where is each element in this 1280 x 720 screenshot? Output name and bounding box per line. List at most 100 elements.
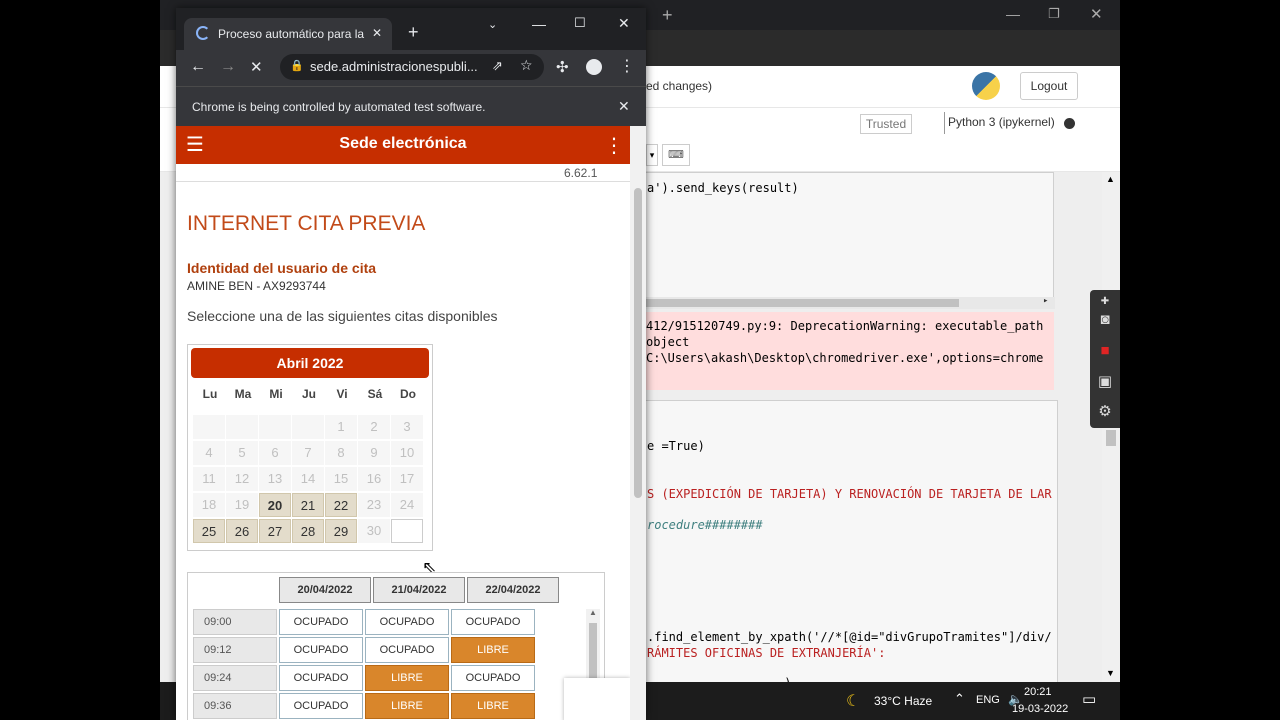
calendar-day[interactable]: 29 (325, 519, 357, 543)
code-cell[interactable]: e =True) S (EXPEDICIÓN DE TARJETA) Y REN… (640, 400, 1058, 690)
tab-close-icon[interactable]: ✕ (372, 26, 382, 40)
kernel-name: Python 3 (ipykernel) (948, 115, 1055, 129)
browser-tab[interactable]: Proceso automático para la s… ✕ (184, 18, 392, 50)
calendar-weekday-row: Lu Ma Mi Ju Vi Sá Do (188, 387, 434, 407)
appointment-slot-table: 20/04/2022 21/04/2022 22/04/2022 09:00 OCUP… (187, 572, 605, 720)
maximize-icon[interactable]: ☐ (574, 15, 586, 31)
close-icon[interactable]: ✕ (1090, 5, 1103, 23)
kebab-menu-icon[interactable]: ⋮ (604, 133, 624, 158)
chevron-down-icon[interactable]: ⌄ (488, 18, 497, 31)
clock-date[interactable]: 19-03-2022 (1012, 703, 1068, 715)
new-tab-button[interactable]: + (408, 22, 419, 43)
code-cell[interactable]: a').send_keys(result) ▸ (640, 172, 1055, 309)
slot-time-label: 09:24 (193, 665, 277, 691)
calendar-day[interactable]: 20 (259, 493, 291, 517)
infobar-close-icon[interactable]: ✕ (618, 98, 630, 115)
minimize-icon[interactable]: — (1006, 6, 1020, 22)
slot-rows: 09:00 OCUPADO OCUPADO OCUPADO 09:12 OCUPADO OC… (188, 609, 606, 720)
calendar-day[interactable]: 26 (226, 519, 258, 543)
star-icon[interactable]: ☆ (520, 57, 533, 74)
keyboard-icon[interactable]: ⌨ (662, 144, 690, 166)
code-line: RÁMITES OFICINAS DE EXTRANJERÍA': (647, 646, 886, 660)
settings-icon[interactable]: ⚙ (1095, 402, 1115, 422)
minimize-icon[interactable]: — (532, 16, 546, 32)
slot-available[interactable]: LIBRE (365, 665, 449, 691)
calendar-day[interactable]: 27 (259, 519, 291, 543)
back-icon[interactable]: ← (190, 58, 206, 76)
page-title: INTERNET CITA PREVIA (187, 212, 426, 235)
puzzle-icon[interactable]: ✣ (556, 58, 569, 76)
calendar-day: 11 (193, 467, 225, 491)
automation-infobar: Chrome is being controlled by automated … (176, 86, 646, 126)
slot-available[interactable]: LIBRE (365, 693, 449, 719)
calendar-day: 8 (325, 441, 357, 465)
calendar-day: 4 (193, 441, 225, 465)
calendar-day: 7 (292, 441, 324, 465)
calendar-day: 5 (226, 441, 258, 465)
forward-icon[interactable]: → (220, 58, 236, 76)
plus-icon[interactable]: ✚ (1095, 292, 1115, 312)
profile-icon[interactable] (586, 59, 602, 75)
calendar-grid: 1 2 3 4 5 6 7 8 9 10 11 12 13 14 15 16 17 18 19 20 21 22 23 24 2… (188, 415, 434, 545)
calendar-day: 30 (358, 519, 390, 543)
page-scrollbar-thumb[interactable] (634, 188, 642, 498)
clock-time[interactable]: 20:21 (1024, 686, 1052, 698)
trusted-badge[interactable]: Trusted (860, 114, 912, 134)
kernel-status-icon (1064, 118, 1075, 129)
calendar-weekday-label: Mi (269, 387, 283, 401)
horizontal-scrollbar[interactable]: ▸ (641, 296, 1055, 309)
code-line: S (EXPEDICIÓN DE TARJETA) Y RENOVACIÓN D… (647, 487, 1052, 501)
video-icon[interactable]: ■ (1095, 341, 1115, 361)
lock-icon[interactable]: 🔒 (290, 59, 304, 72)
calendar-weekday-label: Ma (234, 387, 252, 401)
chevron-up-icon[interactable]: ⌃ (954, 691, 965, 707)
close-icon[interactable]: ✕ (618, 15, 630, 32)
calendar-day: 14 (292, 467, 324, 491)
calendar-weekday-label: Ju (301, 387, 316, 401)
scrollbar-thumb[interactable] (1106, 430, 1116, 446)
share-icon[interactable]: ⇗ (492, 58, 503, 74)
calendar-weekday-label: Vi (336, 387, 348, 401)
weather-icon[interactable]: ☾ (846, 691, 860, 711)
calendar-day: 16 (358, 467, 390, 491)
stop-icon[interactable]: ✕ (250, 58, 263, 76)
scroll-down-icon[interactable]: ▼ (1106, 668, 1115, 678)
scroll-right-icon[interactable]: ▸ (1043, 296, 1048, 306)
gallery-icon[interactable]: ▣ (1095, 372, 1115, 392)
app-version: 6.62.1 (564, 166, 598, 180)
instruction-text: Seleccione una de las siguientes citas d… (187, 308, 498, 324)
cell-type-dropdown[interactable]: ▾ (646, 144, 658, 166)
calendar-weekday-label: Do (400, 387, 416, 401)
kebab-menu-icon[interactable]: ⋮ (619, 56, 635, 76)
address-bar[interactable]: 🔒 sede.administracionespubli... ⇗ ☆ (280, 54, 544, 80)
scrollbar-thumb[interactable] (641, 299, 959, 307)
calendar-day: 17 (391, 467, 423, 491)
slot-time-label: 09:36 (193, 693, 277, 719)
scroll-up-icon[interactable]: ▲ (589, 608, 597, 617)
calendar-day[interactable]: 28 (292, 519, 324, 543)
slot-available[interactable]: LIBRE (451, 693, 535, 719)
infobar-text: Chrome is being controlled by automated … (192, 100, 486, 114)
calendar-day[interactable]: 25 (193, 519, 225, 543)
camera-icon[interactable]: ◙ (1095, 310, 1115, 330)
calendar-day (391, 519, 423, 543)
divider (176, 181, 630, 182)
calendar-month-header: Abril 2022 (191, 348, 429, 378)
tab-title: Proceso automático para la s… (218, 27, 366, 41)
notification-icon[interactable]: ▭ (1082, 690, 1096, 708)
restore-icon[interactable]: ❐ (1048, 6, 1060, 22)
recaptcha-badge[interactable] (564, 678, 630, 720)
calendar-day[interactable]: 21 (292, 493, 324, 517)
slot-occupied: OCUPADO (279, 693, 363, 719)
slot-available[interactable]: LIBRE (451, 637, 535, 663)
weather-text[interactable]: 33°C Haze (874, 694, 932, 708)
calendar-day[interactable]: 22 (325, 493, 357, 517)
new-tab-icon[interactable]: + (662, 5, 673, 26)
url-text[interactable]: sede.administracionespubli... (310, 59, 478, 74)
scroll-up-icon[interactable]: ▲ (1106, 174, 1115, 184)
logout-button[interactable]: Logout (1020, 72, 1078, 100)
site-title: Sede electrónica (339, 135, 467, 152)
code-line: a').send_keys(result) (647, 181, 799, 195)
calendar-day: 13 (259, 467, 291, 491)
language-indicator[interactable]: ENG (976, 694, 1000, 706)
